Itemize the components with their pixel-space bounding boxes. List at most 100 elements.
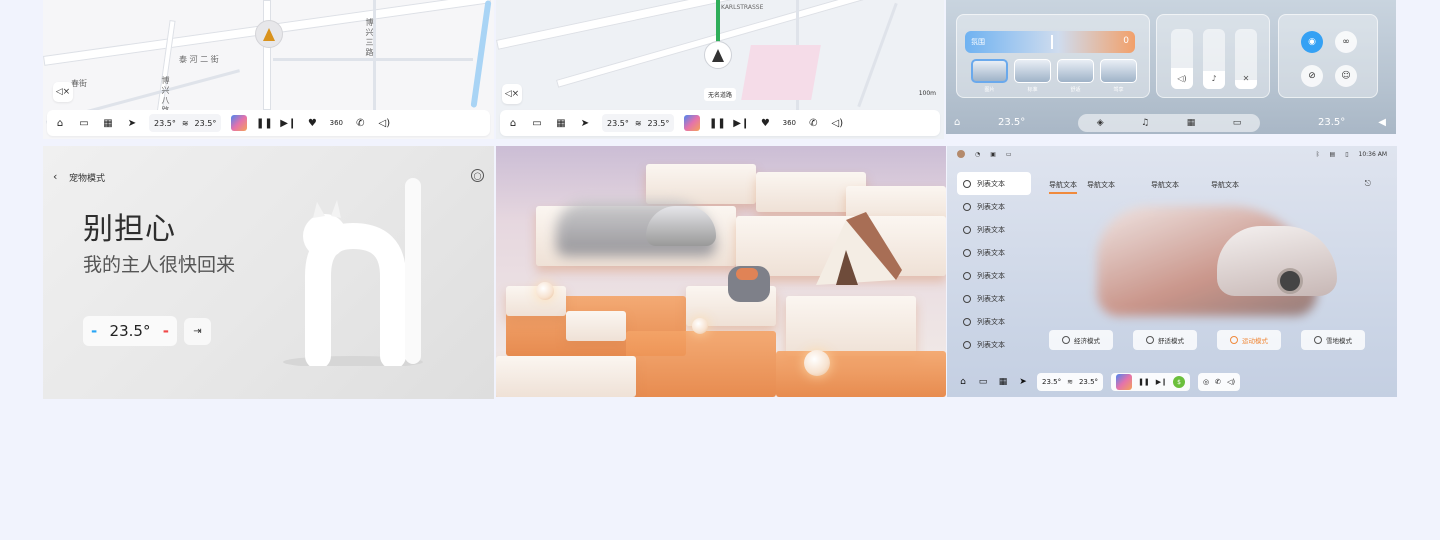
user-toggle[interactable]: ☺ bbox=[1335, 65, 1357, 87]
wifi-toggle[interactable]: ◉ bbox=[1301, 31, 1323, 53]
home-icon[interactable]: ⌂ bbox=[954, 117, 960, 128]
album-art[interactable] bbox=[684, 115, 701, 131]
volume-icon[interactable]: ◁) bbox=[377, 116, 391, 130]
apps-icon[interactable]: ▦ bbox=[1187, 118, 1196, 128]
mode-thumb[interactable] bbox=[1057, 59, 1094, 83]
car-icon[interactable]: ▭ bbox=[530, 116, 544, 130]
street-label: 春街 bbox=[71, 79, 87, 88]
car-icon[interactable]: ▭ bbox=[77, 116, 91, 130]
camera-360-icon[interactable]: 360 bbox=[782, 116, 796, 130]
apps-icon[interactable]: ▦ bbox=[997, 377, 1009, 387]
next-icon[interactable]: ▶❙ bbox=[1156, 378, 1167, 386]
list-item[interactable]: 列表文本 bbox=[957, 310, 1031, 333]
temp-left[interactable]: 23.5° bbox=[998, 117, 1025, 128]
volume-icon[interactable]: ◁) bbox=[830, 116, 844, 130]
list-item[interactable]: 列表文本 bbox=[957, 333, 1031, 356]
navigate-icon[interactable]: ➤ bbox=[125, 116, 139, 130]
album-art[interactable] bbox=[231, 115, 248, 131]
tab-nav[interactable]: 导航文本 bbox=[1211, 180, 1239, 194]
car-icon[interactable]: ▭ bbox=[977, 377, 989, 387]
climate-chip[interactable]: 23.5° ≋ 23.5° bbox=[602, 114, 675, 132]
play-pause-icon[interactable]: ❚❚ bbox=[1138, 378, 1150, 386]
heart-icon[interactable]: ♥ bbox=[305, 116, 319, 130]
mode-thumb[interactable] bbox=[1014, 59, 1051, 83]
list-item[interactable]: 列表文本 bbox=[957, 287, 1031, 310]
camera-360-icon[interactable]: 360 bbox=[329, 116, 343, 130]
tab-nav[interactable]: 导航文本 bbox=[1049, 180, 1077, 194]
play-pause-icon[interactable]: ❚❚ bbox=[256, 116, 273, 130]
eye-toggle[interactable]: ⊘ bbox=[1301, 65, 1323, 87]
mode-thumb[interactable] bbox=[1100, 59, 1137, 83]
list-item[interactable]: 列表文本 bbox=[957, 195, 1031, 218]
list-item[interactable]: 列表文本 bbox=[957, 218, 1031, 241]
position-marker[interactable] bbox=[255, 20, 283, 48]
volume-icon[interactable]: ◀ bbox=[1378, 117, 1386, 128]
fan-icon[interactable]: ≋ bbox=[182, 119, 189, 128]
temp-left[interactable]: 23.5° bbox=[1042, 378, 1061, 386]
play-pause-icon[interactable]: ❚❚ bbox=[709, 116, 726, 130]
mode-comfort-button[interactable]: 舒适模式 bbox=[1133, 330, 1197, 350]
car-icon[interactable]: ▭ bbox=[1233, 118, 1242, 128]
music-icon[interactable]: ♫ bbox=[1141, 118, 1149, 128]
home-icon[interactable]: ⌂ bbox=[53, 116, 67, 130]
mode-thumb[interactable] bbox=[971, 59, 1008, 83]
phone-icon[interactable]: ✆ bbox=[806, 116, 820, 130]
navigation-arrow[interactable] bbox=[704, 41, 732, 69]
temp-left[interactable]: 23.5° bbox=[607, 119, 629, 128]
bottom-dock: ⌂ ▭ ▦ ➤ 23.5° ≋ 23.5° ❚❚ ▶❙ ♥ 360 ✆ ◁) bbox=[47, 110, 490, 136]
tab-nav[interactable]: 导航文本 bbox=[1151, 180, 1179, 194]
next-icon[interactable]: ▶❙ bbox=[733, 116, 749, 130]
bluetooth-icon[interactable]: ᛒ bbox=[1316, 151, 1320, 158]
navigate-icon[interactable]: ➤ bbox=[578, 116, 592, 130]
climate-chip[interactable]: 23.5° ≋ 23.5° bbox=[1037, 373, 1104, 391]
temp-increase-button[interactable]: - bbox=[163, 322, 169, 340]
voice-slider[interactable]: ✕ bbox=[1235, 29, 1257, 89]
fan-icon[interactable]: ≋ bbox=[1067, 378, 1073, 386]
fan-icon[interactable]: ≋ bbox=[635, 119, 642, 128]
temp-right[interactable]: 23.5° bbox=[1318, 117, 1345, 128]
next-icon[interactable]: ▶❙ bbox=[280, 116, 296, 130]
exit-button[interactable]: ⇥ bbox=[184, 318, 211, 345]
temp-left[interactable]: 23.5° bbox=[154, 119, 176, 128]
phone-icon[interactable]: ✆ bbox=[1215, 378, 1221, 386]
app-badge-icon[interactable]: $ bbox=[1173, 376, 1186, 388]
cube-icon[interactable]: ◈ bbox=[1097, 118, 1104, 128]
mode-sport-button[interactable]: 运动模式 bbox=[1217, 330, 1281, 350]
list-item[interactable]: 列表文本 bbox=[957, 172, 1031, 195]
settings-icon[interactable]: ◯ bbox=[471, 169, 484, 182]
home-icon[interactable]: ⌂ bbox=[506, 116, 520, 130]
slider-knob[interactable] bbox=[1051, 35, 1053, 49]
bell-icon[interactable]: ◔ bbox=[975, 151, 980, 158]
tab-nav[interactable]: 导航文本 bbox=[1087, 180, 1115, 194]
climate-chip[interactable]: 23.5° ≋ 23.5° bbox=[149, 114, 222, 132]
apps-icon[interactable]: ▦ bbox=[101, 116, 115, 130]
temp-right[interactable]: 23.5° bbox=[195, 119, 217, 128]
volume-icon[interactable]: ◁) bbox=[1227, 378, 1235, 386]
list-item-label: 列表文本 bbox=[977, 317, 1005, 326]
phone-icon[interactable]: ✆ bbox=[353, 116, 367, 130]
apps-icon[interactable]: ▦ bbox=[554, 116, 568, 130]
home-icon[interactable]: ⌂ bbox=[957, 377, 969, 387]
back-icon[interactable]: ‹ bbox=[53, 170, 57, 183]
share-icon[interactable]: ⎋ bbox=[1365, 179, 1371, 189]
camera-360-icon[interactable]: ◎ bbox=[1203, 378, 1209, 386]
album-art[interactable] bbox=[1116, 374, 1133, 390]
mute-button[interactable]: ◁× bbox=[502, 84, 522, 104]
mic-slider[interactable]: ♪ bbox=[1203, 29, 1225, 89]
ambience-slider[interactable]: 氛围 0 bbox=[965, 31, 1135, 53]
temp-right[interactable]: 23.5° bbox=[1079, 378, 1098, 386]
link-toggle[interactable]: ∞ bbox=[1335, 31, 1357, 53]
volume-slider[interactable]: ◁) bbox=[1171, 29, 1193, 89]
list-item[interactable]: 列表文本 bbox=[957, 264, 1031, 287]
camera-icon[interactable]: ▭ bbox=[1006, 151, 1012, 158]
mode-economy-button[interactable]: 经济模式 bbox=[1049, 330, 1113, 350]
navigate-icon[interactable]: ➤ bbox=[1017, 377, 1029, 387]
mode-snow-button[interactable]: 雪地模式 bbox=[1301, 330, 1365, 350]
lock-icon[interactable]: ▣ bbox=[990, 151, 996, 158]
temp-decrease-button[interactable]: - bbox=[91, 322, 97, 340]
avatar[interactable] bbox=[957, 150, 965, 158]
mute-button[interactable]: ◁× bbox=[53, 82, 73, 102]
list-item[interactable]: 列表文本 bbox=[957, 241, 1031, 264]
heart-icon[interactable]: ♥ bbox=[758, 116, 772, 130]
temp-right[interactable]: 23.5° bbox=[648, 119, 670, 128]
